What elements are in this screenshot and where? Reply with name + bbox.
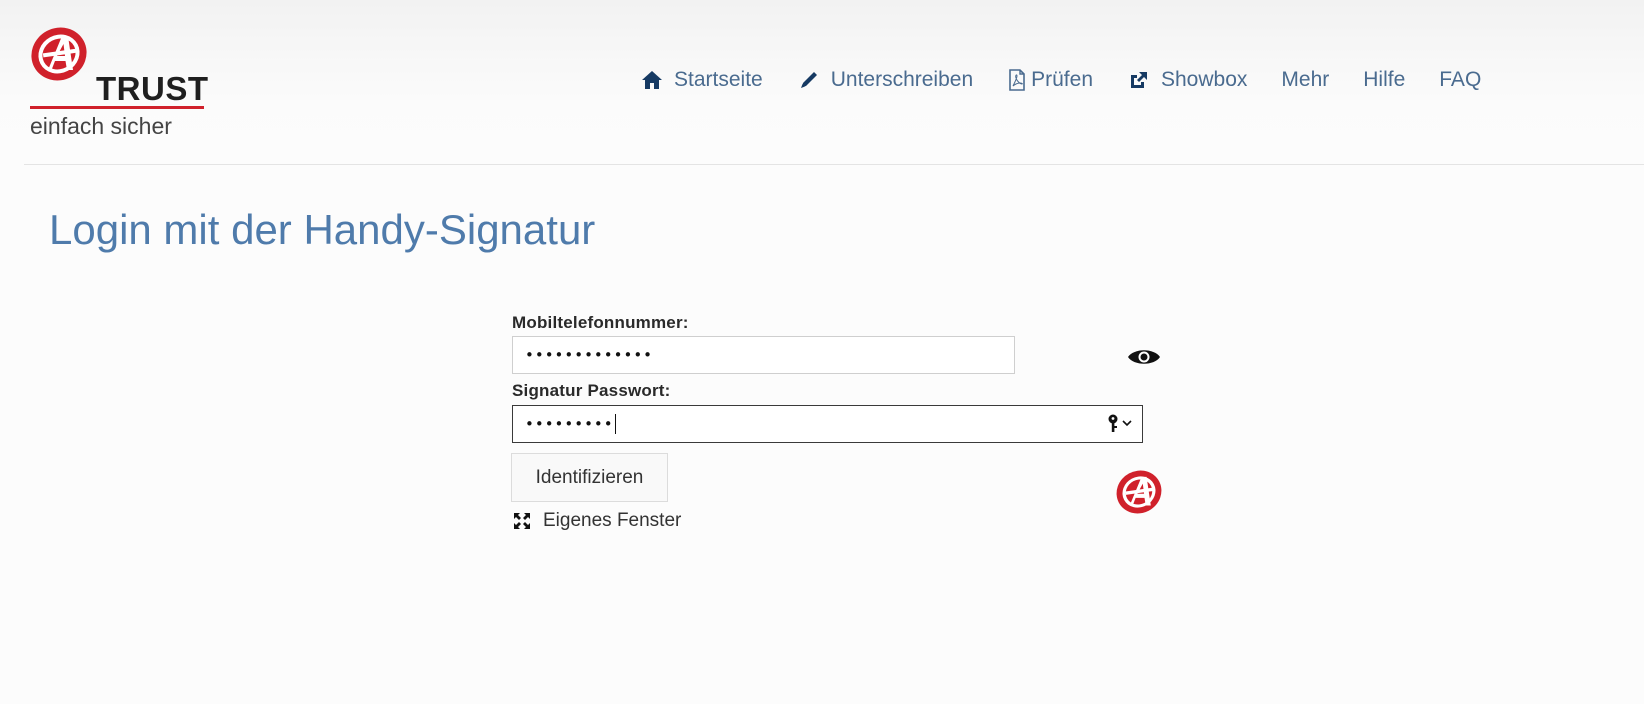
own-window-label: Eigenes Fenster (543, 510, 682, 531)
brand-wordmark: TRUST (96, 70, 209, 107)
nav-item-label: Unterschreiben (830, 68, 974, 91)
password-value: ••••••••• (525, 415, 614, 433)
phone-number-value: ••••••••••••• (525, 346, 654, 364)
a-trust-logo-mark-icon (31, 27, 87, 81)
phone-number-input[interactable]: ••••••••••••• (512, 336, 1015, 374)
own-window-link[interactable]: Eigenes Fenster (512, 510, 681, 532)
header-divider (24, 164, 1644, 165)
eye-icon[interactable] (1126, 346, 1162, 368)
nav-item-unterschreiben[interactable]: Unterschreiben (797, 68, 973, 92)
nav-item-label: Prüfen (1031, 68, 1093, 91)
nav-item-label: Mehr (1281, 68, 1330, 91)
a-trust-mark-icon (1116, 470, 1162, 514)
nav-item-faq[interactable]: FAQ (1439, 68, 1481, 92)
password-label: Signatur Passwort: (512, 381, 671, 400)
brand-underline (30, 106, 204, 109)
home-icon (640, 68, 664, 92)
expand-icon (512, 511, 532, 531)
nav-item-label: Hilfe (1363, 68, 1406, 91)
nav-item-mehr[interactable]: Mehr (1281, 68, 1329, 92)
nav-item-startseite[interactable]: Startseite (640, 68, 763, 92)
identify-button[interactable]: Identifizieren (511, 453, 668, 502)
page-title: Login mit der Handy-Signatur (49, 206, 596, 253)
pdf-file-icon (1007, 68, 1027, 92)
nav-item-label: FAQ (1439, 68, 1482, 91)
nav-item-pruefen[interactable]: Prüfen (1007, 68, 1093, 92)
password-input[interactable]: ••••••••• (512, 405, 1143, 443)
text-caret (614, 414, 617, 434)
brand-tagline: einfach sicher (30, 113, 172, 139)
nav-item-label: Showbox (1161, 68, 1248, 91)
key-icon[interactable] (1106, 413, 1138, 435)
pencil-icon (797, 68, 821, 92)
phone-label: Mobiltelefonnummer: (512, 313, 689, 332)
nav-item-showbox[interactable]: Showbox (1127, 68, 1247, 92)
nav-item-label: Startseite (674, 68, 763, 91)
nav-item-hilfe[interactable]: Hilfe (1363, 68, 1405, 92)
main-nav: Startseite Unterschreiben Prüfen Showbox (640, 64, 1515, 96)
external-link-icon (1127, 68, 1151, 92)
a-trust-logo[interactable]: TRUST einfach sicher (26, 24, 216, 144)
header: TRUST einfach sicher Startseite Untersch… (0, 0, 1644, 165)
page: TRUST einfach sicher Startseite Untersch… (0, 0, 1644, 704)
